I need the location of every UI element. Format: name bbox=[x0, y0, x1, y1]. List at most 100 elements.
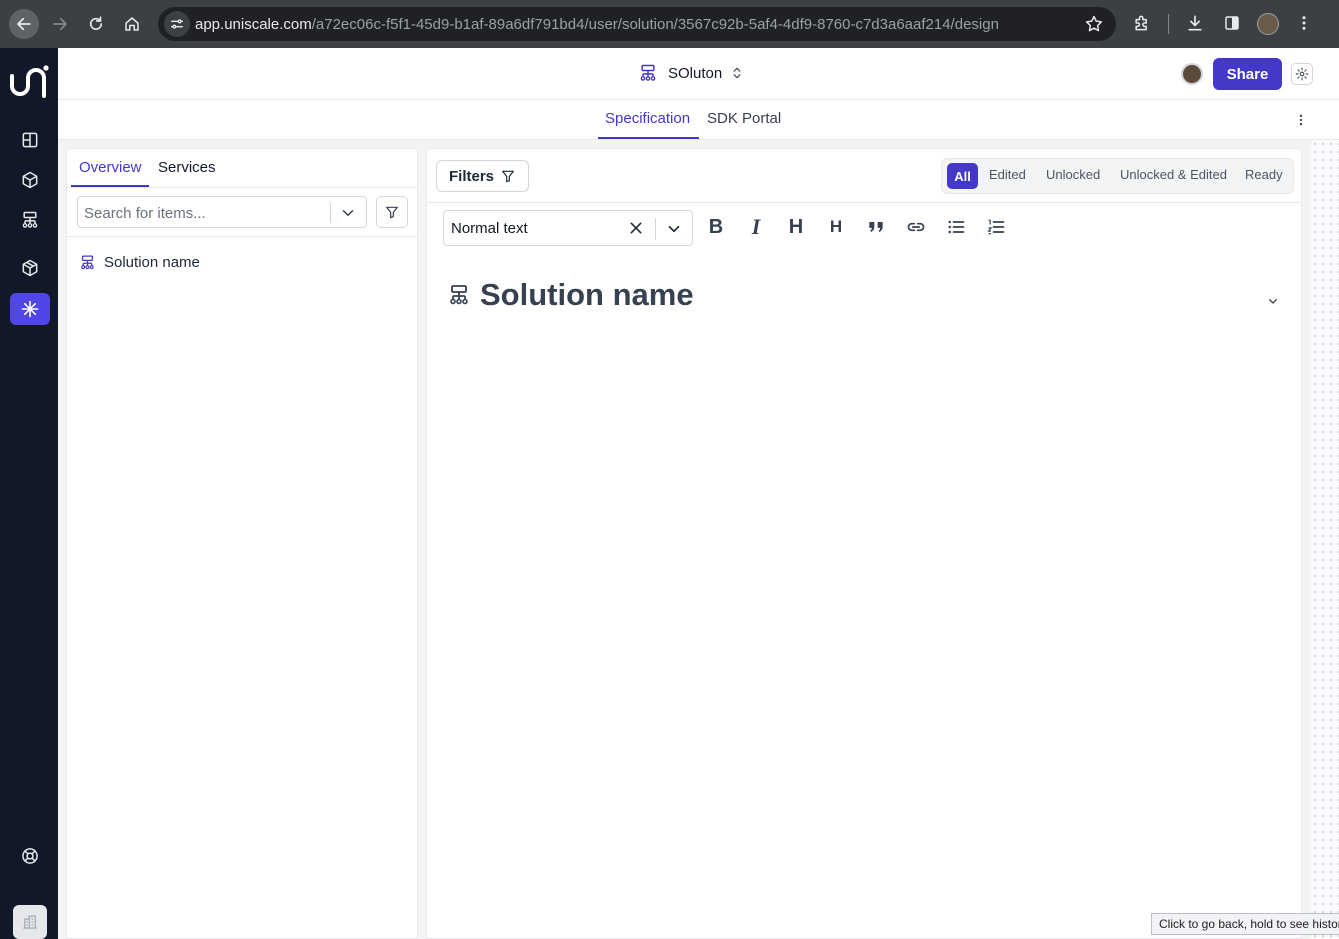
profile-avatar[interactable] bbox=[1257, 13, 1279, 35]
divider bbox=[67, 236, 417, 237]
rail-item-package[interactable] bbox=[10, 252, 50, 284]
chevron-down-icon[interactable] bbox=[665, 220, 683, 238]
tab-specification[interactable]: Specification bbox=[605, 110, 690, 127]
tabs-divider bbox=[67, 187, 417, 188]
asterisk-icon bbox=[21, 300, 39, 318]
segment-ready[interactable]: Ready bbox=[1245, 167, 1283, 182]
active-tab-indicator bbox=[71, 185, 149, 187]
quote-button[interactable] bbox=[864, 215, 888, 239]
reload-button[interactable] bbox=[81, 9, 111, 39]
quote-icon bbox=[869, 222, 883, 232]
rail-item-cube[interactable] bbox=[10, 164, 50, 196]
settings-button[interactable] bbox=[1291, 63, 1313, 85]
bookmark-star-icon[interactable] bbox=[1084, 14, 1104, 34]
back-button-tooltip: Click to go back, hold to see history bbox=[1151, 913, 1339, 935]
rail-item-hierarchy[interactable] bbox=[10, 204, 50, 236]
tree-item-label: Solution name bbox=[104, 254, 200, 271]
gear-icon bbox=[1295, 67, 1309, 81]
status-filter-segmented: All Edited Unlocked Unlocked & Edited Re… bbox=[941, 158, 1294, 194]
navigation-panel: Overview Services Solution name bbox=[66, 148, 418, 939]
bullet-list-button[interactable] bbox=[944, 215, 968, 239]
package-icon bbox=[22, 259, 38, 277]
document-title-text: Solution name bbox=[480, 277, 694, 312]
filter-button[interactable] bbox=[376, 196, 408, 228]
heading-2-button[interactable]: H bbox=[824, 215, 848, 239]
rail-item-help[interactable] bbox=[10, 840, 50, 872]
rail-item-organization[interactable] bbox=[13, 905, 47, 939]
site-info-icon[interactable] bbox=[164, 11, 190, 37]
extensions-icon[interactable] bbox=[1131, 12, 1153, 34]
filters-label: Filters bbox=[448, 167, 494, 185]
kebab-menu-icon bbox=[1299, 114, 1303, 126]
search-input[interactable] bbox=[84, 203, 324, 223]
filter-icon bbox=[502, 170, 514, 183]
uniscale-logo[interactable] bbox=[10, 64, 50, 100]
forward-button[interactable] bbox=[45, 9, 75, 39]
text-style-select[interactable]: Normal text bbox=[443, 210, 693, 246]
italic-button[interactable]: I bbox=[744, 214, 768, 239]
app-sidebar bbox=[0, 48, 58, 939]
editor-panel: Filters All Edited Unlocked Unlocked & E… bbox=[426, 148, 1302, 939]
numbered-list-button[interactable] bbox=[984, 215, 1008, 239]
close-icon[interactable] bbox=[628, 220, 644, 236]
heading-1-button[interactable]: H bbox=[784, 215, 808, 239]
link-icon bbox=[907, 222, 925, 232]
back-button[interactable] bbox=[9, 9, 39, 39]
filters-button[interactable]: Filters bbox=[436, 160, 529, 192]
segment-unlocked-edited[interactable]: Unlocked & Edited bbox=[1120, 167, 1227, 182]
divider bbox=[655, 218, 656, 240]
more-options-button[interactable] bbox=[1294, 110, 1308, 130]
segment-edited[interactable]: Edited bbox=[989, 167, 1026, 182]
text-style-value: Normal text bbox=[451, 220, 528, 237]
address-bar[interactable]: app.uniscale.com/a72ec06c-f5f1-45d9-b1af… bbox=[158, 7, 1116, 41]
chevron-down-icon[interactable] bbox=[339, 204, 357, 222]
segment-unlocked[interactable]: Unlocked bbox=[1046, 167, 1100, 182]
cube-icon bbox=[22, 171, 38, 189]
document-title[interactable]: Solution name bbox=[447, 277, 694, 313]
arrow-left-icon bbox=[17, 17, 31, 31]
chrome-menu-icon[interactable] bbox=[1293, 12, 1315, 34]
home-icon bbox=[125, 17, 139, 31]
numbered-list-icon bbox=[987, 219, 1005, 235]
bold-button[interactable]: B bbox=[704, 215, 728, 239]
segment-all[interactable]: All bbox=[947, 163, 978, 189]
search-combobox[interactable] bbox=[77, 196, 367, 228]
url-host: app.uniscale.com bbox=[195, 16, 312, 33]
solution-switcher[interactable]: SOluton bbox=[638, 63, 744, 83]
solution-name: SOluton bbox=[668, 64, 723, 82]
link-button[interactable] bbox=[904, 215, 928, 239]
divider bbox=[330, 203, 331, 223]
active-tab-indicator bbox=[598, 137, 699, 139]
view-tabs: Specification SDK Portal bbox=[58, 100, 1339, 140]
url-text: app.uniscale.com/a72ec06c-f5f1-45d9-b1af… bbox=[195, 16, 999, 33]
hierarchy-icon bbox=[450, 285, 468, 305]
rail-item-asterisk[interactable] bbox=[10, 293, 50, 325]
bullet-list-icon bbox=[948, 220, 965, 234]
app-header: SOluton Share bbox=[58, 48, 1339, 100]
toolbar-separator bbox=[1168, 14, 1169, 34]
tab-sdk-portal[interactable]: SDK Portal bbox=[707, 110, 781, 127]
tab-services[interactable]: Services bbox=[158, 159, 216, 176]
hierarchy-icon bbox=[640, 64, 656, 81]
chevron-down-icon[interactable] bbox=[1265, 293, 1281, 309]
arrow-right-icon bbox=[53, 17, 67, 31]
user-avatar[interactable] bbox=[1181, 63, 1203, 85]
filter-icon bbox=[386, 206, 398, 219]
tree-item-solution[interactable]: Solution name bbox=[79, 254, 200, 271]
hierarchy-icon bbox=[22, 211, 38, 228]
share-button[interactable]: Share bbox=[1213, 58, 1282, 90]
building-icon bbox=[23, 915, 37, 929]
browser-toolbar: app.uniscale.com/a72ec06c-f5f1-45d9-b1af… bbox=[0, 0, 1339, 48]
canvas-dot-grid bbox=[1311, 140, 1339, 939]
url-path: /a72ec06c-f5f1-45d9-b1af-89a6df791bd4/us… bbox=[311, 16, 999, 33]
help-lifebuoy-icon bbox=[22, 848, 38, 864]
layout-grid-icon bbox=[22, 132, 38, 148]
side-panel-icon[interactable] bbox=[1221, 12, 1243, 34]
hierarchy-icon bbox=[81, 255, 94, 270]
tab-overview[interactable]: Overview bbox=[79, 159, 142, 176]
home-button[interactable] bbox=[117, 9, 147, 39]
rail-item-layout[interactable] bbox=[10, 124, 50, 156]
download-icon[interactable] bbox=[1184, 12, 1206, 34]
chevron-up-down-icon bbox=[733, 67, 741, 79]
reload-icon bbox=[89, 16, 103, 30]
